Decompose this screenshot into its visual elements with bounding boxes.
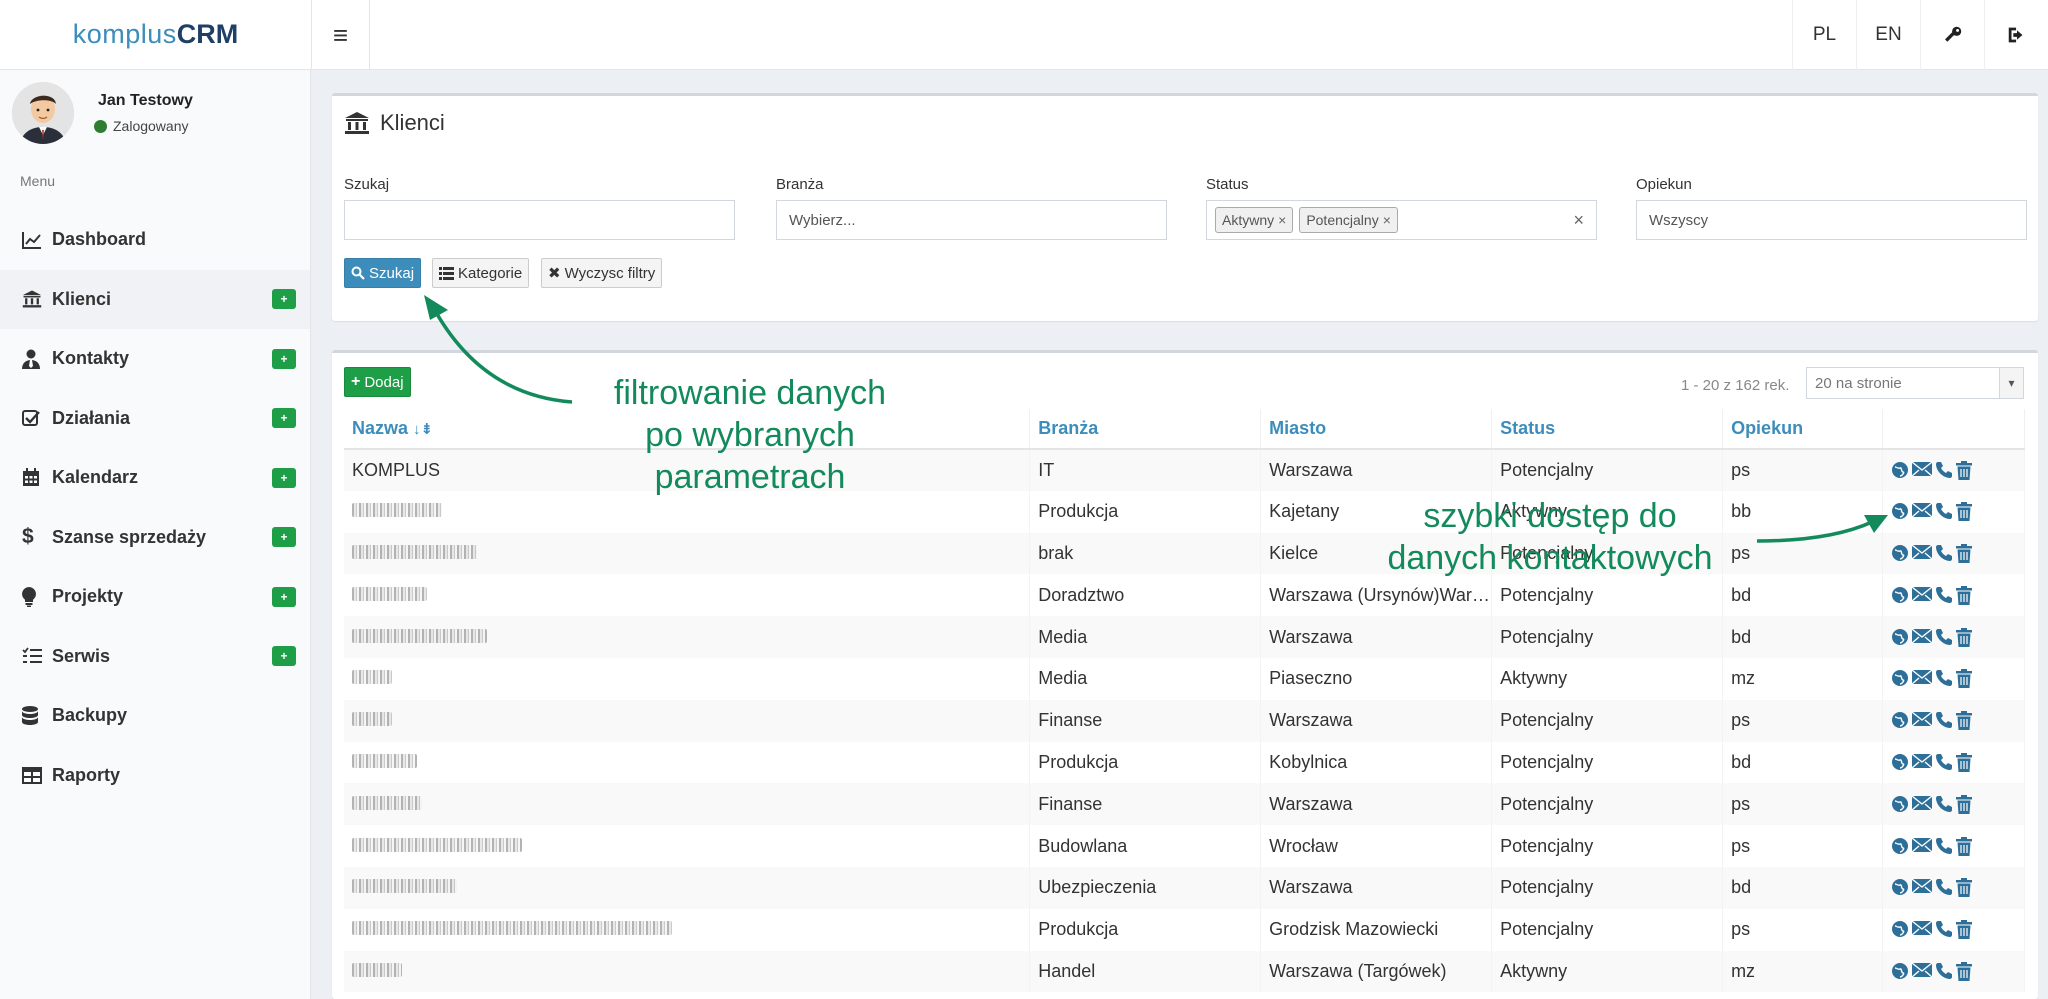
annotation-contact: szybki dostęp do danych kontaktowych xyxy=(1387,497,1713,577)
app-root: komplus CRM ≡ PL EN Jan Testowy Zalogowa… xyxy=(0,0,2048,999)
annotation-filter-arrow xyxy=(424,295,1888,543)
